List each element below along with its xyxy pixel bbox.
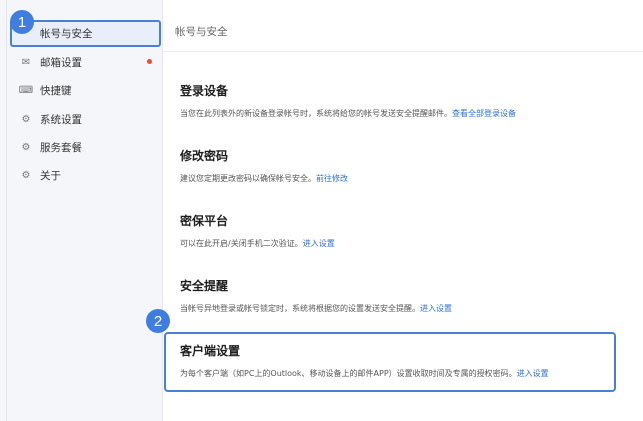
change-password-link[interactable]: 前往修改 <box>316 174 348 183</box>
about-icon: ⚙ <box>21 169 31 181</box>
section-desc-text: 为每个客户端（如PC上的Outlook、移动设备上的邮件APP）设置收取时间及专… <box>180 369 517 378</box>
section-title: 客户端设置 <box>180 344 241 358</box>
sidebar-item-label: 系统设置 <box>40 113 82 126</box>
sidebar-item-label: 邮箱设置 <box>40 56 82 69</box>
section-description: 当帐号异地登录或帐号锁定时，系统将根据您的设置发送安全提醒。进入设置 <box>180 303 452 314</box>
sidebar-item-service-plan[interactable]: ⚙ 服务套餐 <box>10 134 162 160</box>
sidebar-item-label: 快捷键 <box>40 84 72 97</box>
section-desc-text: 当您在此列表外的新设备登录帐号时，系统将给您的帐号发送安全提醒邮件。 <box>180 109 452 118</box>
sidebar-divider <box>6 0 7 421</box>
step-badge-2: 2 <box>146 309 170 333</box>
security-alerts-link[interactable]: 进入设置 <box>420 304 452 313</box>
sidebar-item-label: 服务套餐 <box>40 141 82 154</box>
section-security-alerts: 安全提醒 当帐号异地登录或帐号锁定时，系统将根据您的设置发送安全提醒。进入设置 <box>180 277 452 314</box>
security-platform-link[interactable]: 进入设置 <box>303 239 335 248</box>
sidebar-item-shortcuts[interactable]: ⌨ 快捷键 <box>10 77 162 103</box>
settings-icon: ⚙ <box>21 113 31 125</box>
header: 帐号与安全 <box>163 0 643 52</box>
section-desc-text: 建议您定期更改密码以确保帐号安全。 <box>180 174 316 183</box>
section-login-devices: 登录设备 当您在此列表外的新设备登录帐号时，系统将给您的帐号发送安全提醒邮件。查… <box>180 82 516 119</box>
view-login-devices-link[interactable]: 查看全部登录设备 <box>452 109 516 118</box>
sidebar-item-label: 关于 <box>40 169 61 182</box>
section-security-platform: 密保平台 可以在此开启/关闭手机二次验证。进入设置 <box>180 212 335 249</box>
section-description: 为每个客户端（如PC上的Outlook、移动设备上的邮件APP）设置收取时间及专… <box>180 368 549 379</box>
sidebar-item-system-settings[interactable]: ⚙ 系统设置 <box>10 106 162 132</box>
keyboard-icon: ⌨ <box>18 84 34 96</box>
sidebar-item-mail-settings[interactable]: ✉ 邮箱设置 <box>10 49 162 75</box>
section-title: 安全提醒 <box>180 279 229 293</box>
sidebar: 帐号与安全 ✉ 邮箱设置 ⌨ 快捷键 ⚙ 系统设置 ⚙ 服务套餐 ⚙ 关于 <box>0 0 163 421</box>
section-desc-text: 可以在此开启/关闭手机二次验证。 <box>180 239 303 248</box>
page-title: 帐号与安全 <box>175 26 228 38</box>
step-badge-1: 1 <box>10 10 34 34</box>
section-description: 当您在此列表外的新设备登录帐号时，系统将给您的帐号发送安全提醒邮件。查看全部登录… <box>180 108 516 119</box>
section-title: 修改密码 <box>180 149 229 163</box>
mail-icon: ✉ <box>21 56 31 68</box>
section-title: 登录设备 <box>180 84 229 98</box>
section-title: 密保平台 <box>180 214 229 228</box>
sidebar-item-about[interactable]: ⚙ 关于 <box>10 162 162 188</box>
service-icon: ⚙ <box>21 141 31 153</box>
sidebar-item-label: 帐号与安全 <box>40 28 93 40</box>
section-change-password: 修改密码 建议您定期更改密码以确保帐号安全。前往修改 <box>180 147 348 184</box>
section-desc-text: 当帐号异地登录或帐号锁定时，系统将根据您的设置发送安全提醒。 <box>180 304 420 313</box>
section-client-settings: 客户端设置 为每个客户端（如PC上的Outlook、移动设备上的邮件APP）设置… <box>180 342 549 379</box>
section-description: 建议您定期更改密码以确保帐号安全。前往修改 <box>180 173 348 184</box>
client-settings-link[interactable]: 进入设置 <box>517 369 549 378</box>
section-description: 可以在此开启/关闭手机二次验证。进入设置 <box>180 238 335 249</box>
notification-dot <box>147 59 152 64</box>
